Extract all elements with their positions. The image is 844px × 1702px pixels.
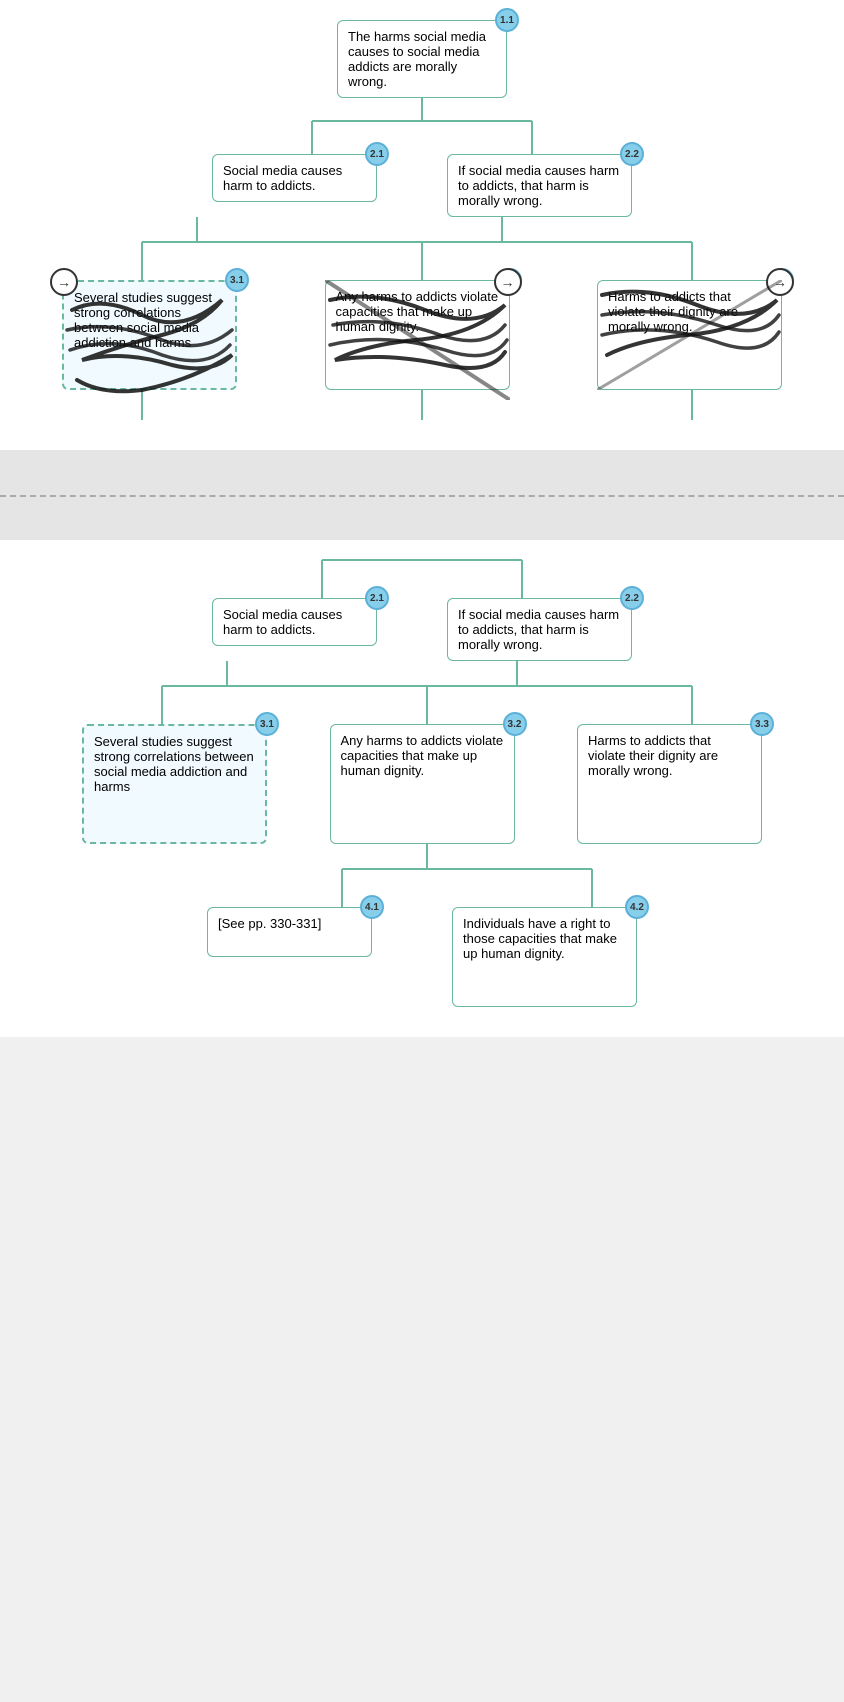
node-3-1-text: Several studies suggest strong correlati… xyxy=(74,290,212,350)
node-4-2[interactable]: Individuals have a right to those capaci… xyxy=(452,907,637,1007)
badge-2-1b: 2.1 xyxy=(365,586,389,610)
node-3-3-text: Harms to addicts that violate their dign… xyxy=(608,289,738,334)
row-3b: Several studies suggest strong correlati… xyxy=(72,724,772,844)
node-1-1[interactable]: The harms social media causes to social … xyxy=(337,20,507,98)
badge-3-1: 3.1 xyxy=(225,268,249,292)
node-4-2-text: Individuals have a right to those capaci… xyxy=(463,916,617,961)
row-2: Social media causes harm to addicts. 2.1… xyxy=(212,154,632,217)
badge-4-1: 4.1 xyxy=(360,895,384,919)
node-4-1-text: [See pp. 330-331] xyxy=(218,916,321,931)
node-2-2-text: If social media causes harm to addicts, … xyxy=(458,163,619,208)
connector-1 xyxy=(222,96,622,156)
node-2-2b-text: If social media causes harm to addicts, … xyxy=(458,607,619,652)
node-3-1[interactable]: Several studies suggest strong correlati… xyxy=(62,280,237,390)
badge-2-1: 2.1 xyxy=(365,142,389,166)
tree-2: Social media causes harm to addicts. 2.1… xyxy=(0,560,844,1007)
badge-4-2: 4.2 xyxy=(625,895,649,919)
arrow-3-2: → xyxy=(494,268,522,296)
tree-1: The harms social media causes to social … xyxy=(0,20,844,420)
node-3-3b[interactable]: Harms to addicts that violate their dign… xyxy=(577,724,762,844)
node-2-2b[interactable]: If social media causes harm to addicts, … xyxy=(447,598,632,661)
node-3-2[interactable]: Any harms to addicts violate capacities … xyxy=(325,280,510,390)
connector-2b xyxy=(72,661,772,726)
badge-1-1: 1.1 xyxy=(495,8,519,32)
connector-2 xyxy=(42,217,802,282)
connector-3b xyxy=(72,844,772,909)
badge-2-2b: 2.2 xyxy=(620,586,644,610)
node-1-1-text: The harms social media causes to social … xyxy=(348,29,486,89)
node-2-1[interactable]: Social media causes harm to addicts. 2.1 xyxy=(212,154,377,202)
node-2-1-text: Social media causes harm to addicts. xyxy=(223,163,342,193)
node-3-3[interactable]: Harms to addicts that violate their dign… xyxy=(597,280,782,390)
badge-2-2: 2.2 xyxy=(620,142,644,166)
connector-3 xyxy=(42,390,802,420)
connector-top xyxy=(172,560,672,600)
section-1: The harms social media causes to social … xyxy=(0,0,844,450)
row-3: Several studies suggest strong correlati… xyxy=(42,280,802,390)
node-4-1[interactable]: [See pp. 330-331] 4.1 xyxy=(207,907,372,957)
node-3-2b[interactable]: Any harms to addicts violate capacities … xyxy=(330,724,515,844)
badge-3-1b: 3.1 xyxy=(255,712,279,736)
node-3-2-text: Any harms to addicts violate capacities … xyxy=(336,289,499,334)
dashed-divider xyxy=(0,495,844,497)
node-3-2b-text: Any harms to addicts violate capacities … xyxy=(341,733,504,778)
node-3-1b[interactable]: Several studies suggest strong correlati… xyxy=(82,724,267,844)
node-2-1b[interactable]: Social media causes harm to addicts. 2.1 xyxy=(212,598,377,646)
node-2-2[interactable]: If social media causes harm to addicts, … xyxy=(447,154,632,217)
row-4: [See pp. 330-331] 4.1 Individuals have a… xyxy=(72,907,772,1007)
badge-3-2b: 3.2 xyxy=(503,712,527,736)
badge-3-3b: 3.3 xyxy=(750,712,774,736)
arrow-3-1: → xyxy=(50,268,78,296)
node-3-3b-text: Harms to addicts that violate their dign… xyxy=(588,733,718,778)
row-2b: Social media causes harm to addicts. 2.1… xyxy=(212,598,632,661)
section-divider xyxy=(0,450,844,540)
node-2-1b-text: Social media causes harm to addicts. xyxy=(223,607,342,637)
node-3-1b-text: Several studies suggest strong correlati… xyxy=(94,734,254,794)
section-3: Social media causes harm to addicts. 2.1… xyxy=(0,540,844,1037)
arrow-3-3: → xyxy=(766,268,794,296)
